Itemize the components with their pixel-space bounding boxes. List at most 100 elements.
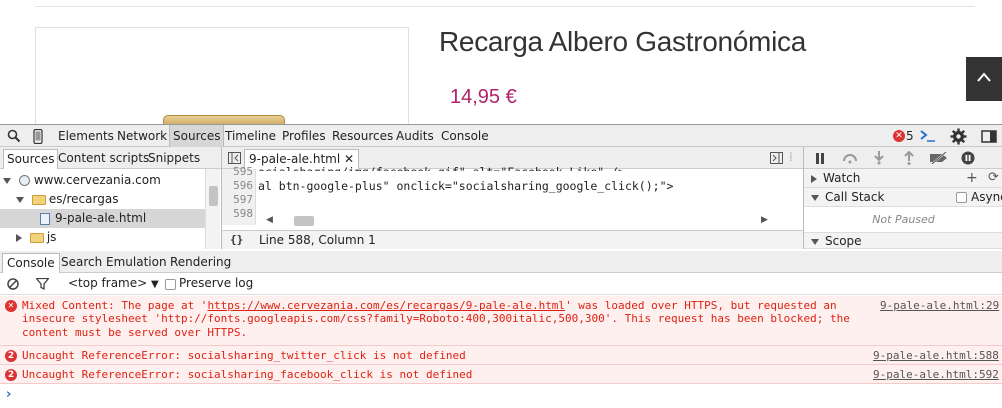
filter-icon[interactable]	[36, 278, 49, 290]
tab-profiles[interactable]: Profiles	[279, 125, 329, 147]
tab-snippets[interactable]: Snippets	[145, 149, 203, 169]
device-mode-icon[interactable]	[33, 129, 43, 144]
navigator-scrollbar[interactable]	[205, 169, 220, 249]
step-over-icon[interactable]	[842, 152, 858, 164]
tab-console[interactable]: Console	[438, 125, 492, 147]
code-line[interactable]: ocialsharing/img/facebook.gif" alt="Face…	[258, 165, 625, 171]
message-text[interactable]: Uncaught ReferenceError: socialsharing_f…	[22, 368, 862, 381]
repeat-count-badge: 2	[5, 369, 17, 381]
source-link[interactable]: 9-pale-ale.html:29	[880, 299, 999, 312]
console-drawer-icon[interactable]	[920, 130, 936, 142]
tree-item-label: 9-pale-ale.html	[55, 211, 147, 225]
pretty-print-icon[interactable]: {}	[230, 233, 243, 246]
cursor-position: Line 588, Column 1	[259, 233, 376, 247]
deactivate-breakpoints-icon[interactable]	[929, 152, 949, 164]
debugger-sidebar: Watch + ⟳ Call Stack Async Not Paused Sc…	[803, 147, 1002, 249]
tree-item-label: www.cervezania.com	[33, 173, 161, 187]
scroll-to-top-button[interactable]	[966, 57, 1002, 101]
step-into-icon[interactable]	[874, 151, 884, 165]
tree-item-folder[interactable]: es/recargas	[0, 190, 205, 209]
line-number: 595	[233, 165, 253, 178]
async-checkbox[interactable]	[956, 192, 967, 203]
tab-network[interactable]: Network	[114, 125, 170, 147]
folder-icon	[29, 232, 44, 243]
error-count[interactable]: 5	[906, 125, 914, 147]
product-image-frame	[35, 27, 409, 124]
code-editor: 9-pale-ale.html ✕ ⁞ 595 596 597 598 ocia…	[222, 147, 803, 249]
message-url[interactable]: https://www.cervezania.com/es/recargas/9…	[207, 299, 565, 312]
call-stack-body: Not Paused	[804, 207, 1002, 233]
toggle-debugger-icon[interactable]	[770, 152, 783, 164]
tab-search[interactable]: Search	[57, 253, 106, 273]
console-message: ✕ Mixed Content: The page at 'https://ww…	[0, 296, 1002, 346]
message-text[interactable]: Mixed Content: The page at 'https://www.…	[22, 299, 862, 339]
step-out-icon[interactable]	[904, 151, 914, 165]
tab-resources[interactable]: Resources	[329, 125, 396, 147]
drawer-tabs: Console Search Emulation Rendering	[0, 251, 1002, 273]
preserve-log-checkbox[interactable]	[165, 279, 176, 290]
editor-status-bar: {} Line 588, Column 1	[222, 230, 803, 249]
tab-emulation[interactable]: Emulation	[102, 253, 171, 273]
preserve-log-label: Preserve log	[179, 276, 254, 290]
message-text[interactable]: Uncaught ReferenceError: socialsharing_t…	[22, 349, 862, 362]
tab-rendering[interactable]: Rendering	[166, 253, 235, 273]
line-number: 598	[233, 207, 253, 220]
editor-horizontal-scrollbar[interactable]: ◀ ▶	[256, 214, 803, 228]
async-label: Async	[971, 190, 1002, 204]
toggle-navigator-icon[interactable]	[228, 152, 241, 164]
close-icon[interactable]: ✕	[344, 152, 354, 166]
call-stack-section[interactable]: Call Stack Async	[804, 188, 1002, 207]
pause-icon[interactable]	[815, 153, 825, 164]
refresh-icon[interactable]: ⟳	[988, 169, 999, 187]
source-link[interactable]: 9-pale-ale.html:592	[873, 368, 999, 381]
tab-sources-nav[interactable]: Sources	[3, 149, 59, 169]
product-image	[163, 115, 285, 124]
expand-icon[interactable]	[16, 196, 24, 203]
tree-item-folder[interactable]: js	[0, 228, 205, 247]
frame-selector[interactable]: <top frame> ▼	[68, 276, 159, 290]
file-navigator: Sources Content scripts Snippets www.cer…	[0, 147, 222, 249]
scroll-right-icon[interactable]: ▶	[761, 215, 768, 225]
line-gutter: 595 596 597 598	[222, 165, 256, 225]
expand-icon[interactable]	[811, 174, 817, 183]
tree-item-label: es/recargas	[48, 192, 119, 206]
expand-icon[interactable]	[811, 194, 819, 201]
section-label: Call Stack	[825, 190, 885, 204]
scrollbar-thumb[interactable]	[294, 216, 314, 226]
search-icon[interactable]	[7, 129, 21, 143]
error-icon[interactable]: ✕	[893, 130, 905, 142]
console-message: 2 Uncaught ReferenceError: socialsharing…	[0, 346, 1002, 365]
expand-icon[interactable]	[16, 233, 22, 242]
file-tab-label: 9-pale-ale.html	[249, 152, 341, 166]
watch-section[interactable]: Watch + ⟳	[804, 169, 1002, 188]
globe-icon	[18, 175, 30, 186]
error-icon: ✕	[5, 300, 17, 312]
product-price: 14,95 €	[450, 86, 517, 108]
scope-section[interactable]: Scope	[804, 233, 1002, 249]
expand-icon[interactable]	[811, 238, 819, 245]
drag-handle-icon[interactable]: ⁞	[789, 150, 793, 164]
gear-icon[interactable]	[950, 128, 967, 145]
console-prompt[interactable]: ›	[6, 387, 11, 402]
tab-timeline[interactable]: Timeline	[222, 125, 279, 147]
navigator-tabs: Sources Content scripts Snippets	[0, 147, 221, 169]
tab-console-drawer[interactable]: Console	[2, 253, 60, 273]
tab-content-scripts[interactable]: Content scripts	[55, 149, 152, 169]
code-line[interactable]: al btn-google-plus" onclick="socialshari…	[258, 179, 673, 193]
scroll-left-icon[interactable]: ◀	[266, 215, 273, 225]
scrollbar-thumb[interactable]	[209, 186, 218, 206]
tree-item-domain[interactable]: www.cervezania.com	[0, 171, 205, 190]
devtools-panel: Elements Network Sources Timeline Profil…	[0, 124, 1002, 408]
expand-icon[interactable]	[3, 177, 11, 184]
add-watch-icon[interactable]: +	[966, 169, 978, 187]
clear-console-icon[interactable]	[7, 278, 19, 290]
source-link[interactable]: 9-pale-ale.html:588	[873, 349, 999, 362]
tree-item-file[interactable]: 9-pale-ale.html	[0, 209, 205, 228]
file-icon	[40, 212, 50, 225]
tab-audits[interactable]: Audits	[393, 125, 437, 147]
dock-side-icon[interactable]	[981, 130, 997, 143]
tab-sources[interactable]: Sources	[169, 125, 225, 147]
not-paused-label: Not Paused	[872, 213, 935, 226]
pause-on-exceptions-icon[interactable]	[961, 151, 975, 165]
tab-elements[interactable]: Elements	[55, 125, 117, 147]
